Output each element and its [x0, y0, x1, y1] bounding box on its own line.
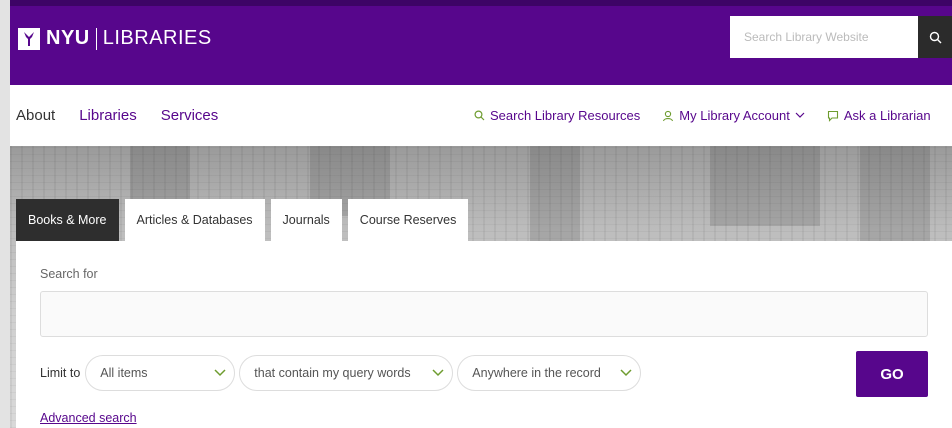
chevron-down-icon: [795, 112, 805, 118]
tab-books-more[interactable]: Books & More: [16, 199, 119, 241]
tab-journals[interactable]: Journals: [270, 199, 342, 241]
chat-bubble-icon: [827, 110, 838, 122]
ask-librarian-label: Ask a Librarian: [843, 108, 931, 123]
match-select[interactable]: that contain my query words: [239, 355, 454, 391]
search-panel: Search for Limit to All items that conta…: [16, 241, 952, 428]
scope-select[interactable]: All items: [85, 355, 236, 391]
nyu-libraries-logo[interactable]: NYU LIBRARIES: [18, 27, 212, 50]
tab-articles-databases[interactable]: Articles & Databases: [124, 199, 265, 241]
search-icon: [929, 31, 941, 43]
limit-to-label: Limit to: [40, 366, 81, 380]
utility-nav: Search Library Resources My Library Acco…: [474, 108, 931, 123]
logo-divider: [95, 27, 97, 50]
user-icon: [663, 110, 674, 121]
nav-about[interactable]: About: [16, 107, 55, 124]
search-icon: [474, 110, 485, 121]
match-select-value: that contain my query words: [254, 366, 411, 380]
skyline-shape: [530, 146, 580, 246]
my-account-link[interactable]: My Library Account: [662, 108, 805, 123]
skyline-shape: [860, 146, 930, 241]
field-select[interactable]: Anywhere in the record: [457, 355, 642, 391]
left-gutter: [0, 0, 10, 428]
hero-search-area: Books & More Articles & Databases Journa…: [10, 146, 952, 428]
site-search: [730, 16, 952, 58]
search-resources-label: Search Library Resources: [490, 108, 641, 123]
search-query-input[interactable]: [40, 291, 928, 337]
nav-services[interactable]: Services: [161, 107, 219, 124]
site-search-button[interactable]: [918, 16, 952, 58]
search-for-label: Search for: [40, 267, 98, 281]
go-button[interactable]: GO: [856, 351, 928, 397]
chevron-down-icon: [620, 369, 632, 377]
scope-select-value: All items: [100, 366, 148, 380]
tab-course-reserves[interactable]: Course Reserves: [347, 199, 469, 241]
logo-libraries-text: LIBRARIES: [102, 27, 212, 49]
main-nav: About Libraries Services Search Library …: [10, 85, 952, 146]
nav-libraries[interactable]: Libraries: [79, 107, 137, 124]
search-resources-link[interactable]: Search Library Resources: [474, 108, 640, 123]
site-search-input[interactable]: [730, 16, 918, 58]
search-tabs: Books & More Articles & Databases Journa…: [16, 199, 469, 241]
chevron-down-icon: [214, 369, 226, 377]
my-account-label: My Library Account: [679, 108, 790, 123]
top-header: NYU LIBRARIES: [10, 0, 952, 85]
advanced-search-link[interactable]: Advanced search: [40, 411, 137, 425]
logo-nyu-text: NYU: [46, 27, 90, 49]
page: NYU LIBRARIES About Libraries Services: [0, 0, 952, 428]
limit-row: Limit to All items that contain my query…: [40, 355, 645, 391]
field-select-value: Anywhere in the record: [472, 366, 601, 380]
ask-librarian-link[interactable]: Ask a Librarian: [827, 108, 931, 123]
nav-links: About Libraries Services: [16, 107, 218, 124]
torch-icon: [18, 27, 40, 50]
chevron-down-icon: [432, 369, 444, 377]
skyline-shape: [710, 146, 820, 226]
